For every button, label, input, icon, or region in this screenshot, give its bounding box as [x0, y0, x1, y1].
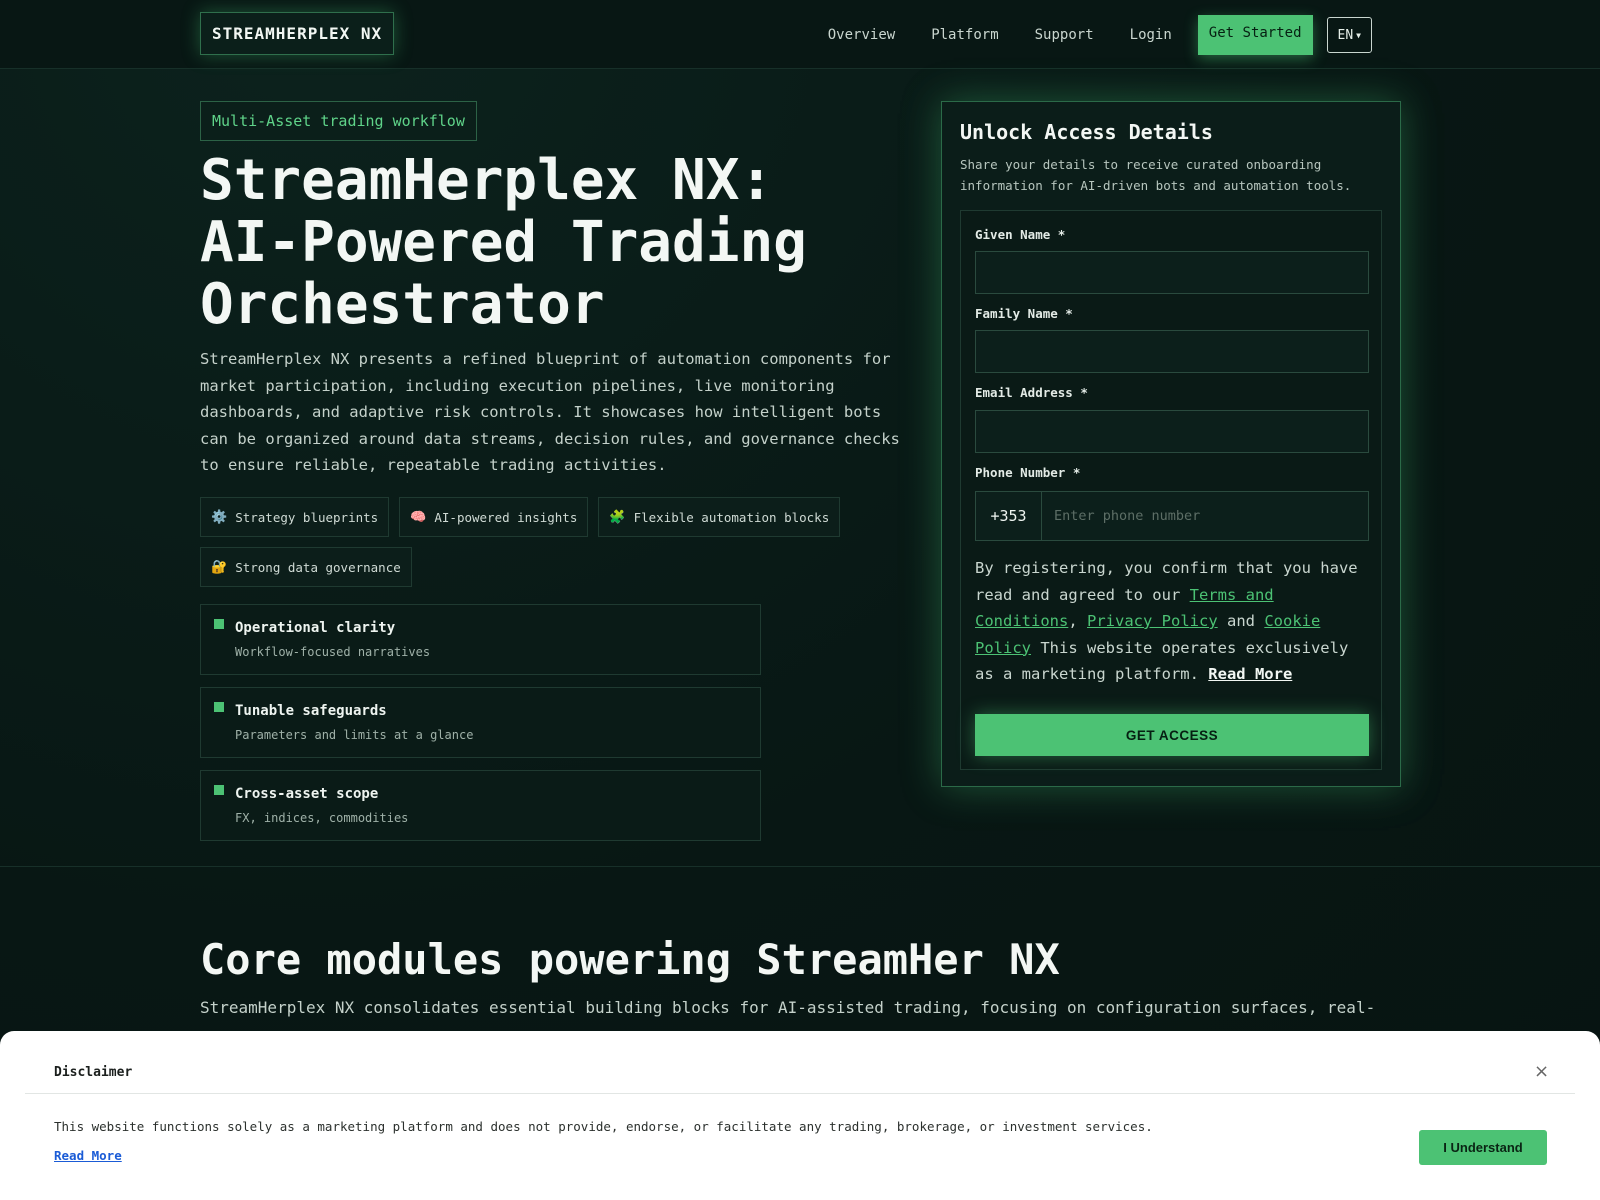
privacy-link[interactable]: Privacy Policy — [1087, 612, 1218, 630]
feature-chips: ⚙️ Strategy blueprints 🧠 AI-powered insi… — [200, 497, 900, 597]
feature-subtitle: Workflow-focused narratives — [235, 645, 431, 659]
form-title: Unlock Access Details — [960, 120, 1213, 144]
feature-subtitle: Parameters and limits at a glance — [235, 728, 474, 742]
nav-overview[interactable]: Overview — [828, 27, 895, 43]
hero-title-line-1: StreamHerplex NX: — [200, 148, 774, 213]
consent-text: By registering, you confirm that you hav… — [975, 555, 1373, 688]
given-name-label: Given Name * — [975, 227, 1066, 242]
nav-platform[interactable]: Platform — [931, 27, 998, 43]
caret-down-icon: ▼ — [1356, 30, 1361, 40]
family-name-label: Family Name * — [975, 306, 1073, 321]
email-input[interactable] — [975, 410, 1369, 453]
feature-title: Operational clarity — [235, 620, 396, 636]
disclaimer-title: Disclaimer — [54, 1065, 133, 1080]
nav-support[interactable]: Support — [1035, 27, 1094, 43]
modules-description: StreamHerplex NX consolidates essential … — [200, 998, 1376, 1017]
section-divider — [0, 866, 1600, 867]
hero-description: StreamHerplex NX presents a refined blue… — [200, 350, 900, 474]
bullet-square-icon — [214, 785, 224, 795]
disclaimer-divider — [25, 1093, 1575, 1094]
phone-field: +353 — [975, 491, 1369, 541]
signup-form: Given Name * Family Name * Email Address… — [960, 210, 1382, 770]
gear-icon: ⚙️ — [211, 509, 228, 525]
feature-title: Tunable safeguards — [235, 703, 387, 719]
lock-icon: 🔐 — [211, 559, 228, 575]
feature-card: Tunable safeguards Parameters and limits… — [200, 687, 761, 758]
brain-icon: 🧠 — [410, 509, 427, 525]
chip-label: Strategy blueprints — [235, 509, 379, 525]
bullet-square-icon — [214, 702, 224, 712]
hero-title-line-2: AI-Powered Trading — [200, 210, 807, 275]
modules-title: Core modules powering StreamHer NX — [200, 935, 1060, 984]
chip-label: AI-powered insights — [434, 509, 578, 525]
puzzle-icon: 🧩 — [609, 509, 626, 525]
feature-title: Cross-asset scope — [235, 786, 379, 802]
country-code-selector[interactable]: +353 — [976, 492, 1042, 540]
disclaimer-banner: Disclaimer × This website functions sole… — [0, 1031, 1600, 1200]
given-name-input[interactable] — [975, 251, 1369, 294]
language-selector[interactable]: EN ▼ — [1326, 17, 1372, 53]
consent-comma: , — [1068, 612, 1087, 630]
chip-label: Strong data governance — [235, 559, 401, 575]
consent-text-1: By registering, you confirm that you hav… — [975, 559, 1358, 604]
phone-label: Phone Number * — [975, 465, 1081, 480]
feature-card: Cross-asset scope FX, indices, commoditi… — [200, 770, 761, 841]
feature-list: Operational clarity Workflow-focused nar… — [200, 604, 761, 853]
language-label: EN — [1337, 27, 1354, 43]
nav-login[interactable]: Login — [1130, 27, 1172, 43]
get-access-button[interactable]: GET ACCESS — [975, 714, 1369, 756]
site-header: STREAMHERPLEX NX Overview Platform Suppo… — [0, 0, 1600, 69]
chip-label: Flexible automation blocks — [633, 509, 830, 525]
bullet-square-icon — [214, 619, 224, 629]
email-label: Email Address * — [975, 385, 1088, 400]
family-name-input[interactable] — [975, 330, 1369, 373]
signup-card: Unlock Access Details Share your details… — [941, 101, 1401, 787]
i-understand-button[interactable]: I Understand — [1419, 1130, 1547, 1165]
chip-strategy-blueprints: ⚙️ Strategy blueprints — [200, 497, 390, 537]
phone-input[interactable] — [1042, 492, 1368, 540]
hero-title-line-3: Orchestrator — [200, 272, 605, 337]
hero-title: StreamHerplex NX: AI-Powered Trading Orc… — [200, 150, 900, 336]
get-started-button[interactable]: Get Started — [1197, 15, 1313, 55]
close-icon[interactable]: × — [1534, 1061, 1549, 1082]
logo[interactable]: STREAMHERPLEX NX — [200, 12, 395, 55]
main-nav: Overview Platform Support Login Get Star… — [792, 15, 1372, 55]
feature-subtitle: FX, indices, commodities — [235, 811, 409, 825]
chip-ai-insights: 🧠 AI-powered insights — [399, 497, 589, 537]
read-more-link[interactable]: Read More — [1208, 665, 1292, 683]
chip-automation-blocks: 🧩 Flexible automation blocks — [598, 497, 841, 537]
consent-and: and — [1217, 612, 1265, 630]
disclaimer-text: This website functions solely as a marke… — [54, 1119, 1153, 1134]
disclaimer-read-more-link[interactable]: Read More — [54, 1148, 122, 1163]
hero-eyebrow: Multi-Asset trading workflow — [200, 101, 477, 141]
chip-data-governance: 🔐 Strong data governance — [200, 547, 412, 587]
page: STREAMHERPLEX NX Overview Platform Suppo… — [0, 0, 1600, 1200]
feature-card: Operational clarity Workflow-focused nar… — [200, 604, 761, 675]
form-subtitle: Share your details to receive curated on… — [960, 157, 1352, 193]
